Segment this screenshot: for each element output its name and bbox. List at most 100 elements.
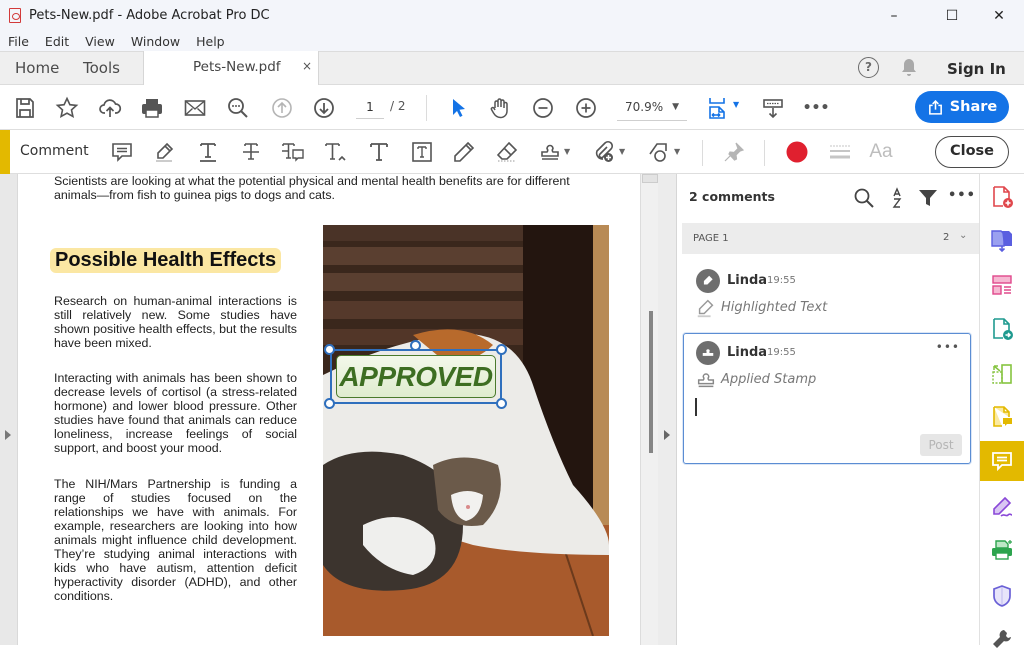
pin-icon[interactable] (720, 139, 748, 165)
reply-input[interactable] (692, 394, 962, 424)
filter-icon[interactable] (917, 187, 939, 209)
select-cursor-icon[interactable] (446, 95, 472, 121)
comment-more-options[interactable]: ••• (936, 340, 960, 354)
page-fit-icon[interactable] (705, 95, 731, 121)
comment-tool-active[interactable] (980, 441, 1024, 481)
zoom-out-icon[interactable] (530, 95, 556, 121)
page-number-input[interactable]: 1 (356, 97, 384, 119)
fill-sign-icon[interactable] (980, 487, 1024, 527)
attach-icon[interactable] (590, 139, 618, 165)
tab-document[interactable]: Pets-New.pdf × (143, 51, 319, 86)
pencil-icon[interactable] (450, 139, 478, 165)
resize-handle-bottom-left[interactable] (324, 398, 335, 409)
page-fit-dropdown-icon[interactable]: ▼ (733, 100, 739, 109)
line-width-icon[interactable] (826, 139, 854, 165)
tab-home[interactable]: Home (15, 59, 59, 77)
panel-splitter[interactable] (658, 174, 677, 645)
comment-item-active[interactable]: Linda 19:55 ••• Applied Stamp Post (683, 333, 971, 464)
close-comment-button[interactable]: Close (935, 136, 1009, 168)
stamp-icon[interactable] (536, 139, 564, 165)
attach-dropdown-icon[interactable]: ▼ (619, 147, 625, 156)
next-page-icon[interactable] (311, 95, 337, 121)
approved-stamp-annotation[interactable]: APPROVED (330, 349, 502, 404)
close-window-button[interactable]: ✕ (976, 0, 1022, 31)
insert-text-icon[interactable] (322, 139, 350, 165)
help-icon[interactable]: ? (858, 57, 879, 78)
previous-page-icon[interactable] (269, 95, 295, 121)
send-for-comments-icon[interactable] (980, 397, 1024, 437)
underline-icon[interactable] (194, 139, 222, 165)
notification-bell-icon[interactable] (900, 58, 918, 78)
scan-icon[interactable] (760, 95, 786, 121)
toolbar-divider (426, 95, 427, 121)
minimize-button[interactable]: – (871, 0, 917, 31)
left-panel-toggle[interactable] (0, 174, 18, 645)
panel-more-options[interactable]: ••• (948, 188, 975, 210)
organize-pages-icon[interactable] (980, 265, 1024, 305)
stamp-dropdown-icon[interactable]: ▼ (564, 147, 570, 156)
highlighted-heading[interactable]: Possible Health Effects (50, 248, 282, 273)
bookmark-star-icon[interactable] (54, 95, 80, 121)
comment-count: 2 comments (689, 189, 775, 204)
print-production-icon[interactable] (980, 530, 1024, 570)
protect-icon[interactable] (980, 576, 1024, 616)
scrollbar-thumb[interactable] (649, 311, 653, 453)
tools-rail (979, 174, 1024, 648)
zoom-level-value: 70.9% (625, 100, 664, 114)
color-picker[interactable] (783, 139, 811, 165)
more-tools-icon[interactable] (980, 619, 1024, 659)
sort-icon[interactable] (886, 187, 908, 209)
menu-view[interactable]: View (85, 34, 115, 49)
menu-file[interactable]: File (8, 34, 29, 49)
combine-files-icon[interactable] (980, 220, 1024, 260)
add-text-icon[interactable] (365, 139, 393, 165)
expand-left-arrow-icon (5, 430, 11, 440)
page-group-header[interactable]: PAGE 1 2 ⌄ (682, 223, 979, 254)
print-icon[interactable] (139, 95, 165, 121)
resize-handle-bottom-right[interactable] (496, 398, 507, 409)
email-icon[interactable] (182, 95, 208, 121)
highlight-icon[interactable] (151, 139, 179, 165)
comment-toolbar: Comment ▼ ▼ ▼ Aa Close (0, 130, 1024, 174)
sign-in-link[interactable]: Sign In (947, 60, 1006, 78)
sticky-note-icon[interactable] (108, 139, 136, 165)
save-icon[interactable] (12, 95, 38, 121)
vertical-scrollbar[interactable] (640, 174, 658, 645)
eraser-icon[interactable] (493, 139, 521, 165)
find-icon[interactable] (225, 95, 251, 121)
font-properties-button[interactable]: Aa (867, 139, 895, 165)
comments-panel: 2 comments ••• PAGE 1 2 ⌄ Linda 19:55 Hi… (677, 174, 979, 645)
close-tab-icon[interactable]: × (302, 59, 312, 73)
menu-edit[interactable]: Edit (45, 34, 69, 49)
comment-time: 19:55 (767, 347, 796, 358)
resize-handle-top-left[interactable] (324, 344, 335, 355)
chevron-down-icon: ⌄ (959, 230, 968, 241)
paragraph-2: Interacting with animals has been shown … (54, 371, 297, 455)
menu-window[interactable]: Window (131, 34, 180, 49)
dog-cat-image (323, 225, 609, 636)
shapes-dropdown-icon[interactable]: ▼ (674, 147, 680, 156)
menu-help[interactable]: Help (196, 34, 225, 49)
tab-tools[interactable]: Tools (83, 59, 120, 77)
toolbar-divider (702, 140, 703, 166)
text-box-icon[interactable] (408, 139, 436, 165)
comment-icon (992, 452, 1012, 472)
upload-cloud-icon[interactable] (97, 95, 123, 121)
zoom-in-icon[interactable] (573, 95, 599, 121)
export-pdf-icon[interactable] (980, 309, 1024, 349)
strikethrough-icon[interactable] (237, 139, 265, 165)
edit-pdf-icon[interactable] (980, 354, 1024, 394)
more-tools-button[interactable]: ••• (803, 95, 830, 121)
maximize-button[interactable]: ☐ (929, 0, 975, 31)
shapes-icon[interactable] (645, 139, 673, 165)
resize-handle-top-right[interactable] (496, 344, 507, 355)
share-button[interactable]: Share (915, 91, 1009, 123)
create-pdf-icon[interactable] (980, 177, 1024, 217)
hand-icon[interactable] (487, 95, 513, 121)
replace-text-icon[interactable] (279, 139, 307, 165)
post-button[interactable]: Post (920, 434, 962, 456)
rotate-handle[interactable] (410, 340, 421, 351)
zoom-level-select[interactable]: 70.9% ▼ (617, 95, 687, 121)
search-comments-icon[interactable] (853, 187, 875, 209)
scrollbar-top[interactable] (642, 174, 658, 183)
